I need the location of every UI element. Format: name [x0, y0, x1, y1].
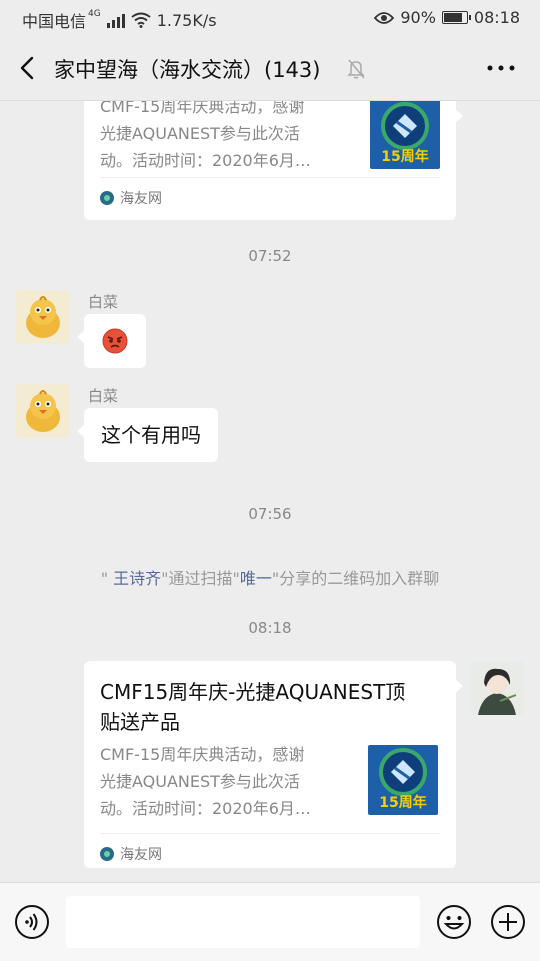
clock: 08:18 — [473, 8, 520, 27]
thumbnail-image: 15周年 — [370, 101, 440, 169]
sys-text: "通过扫描" — [161, 569, 240, 588]
battery-icon — [441, 11, 471, 24]
system-notice: " 王诗齐"通过扫描"唯一"分享的二维码加入群聊 — [0, 565, 540, 589]
card-desc-line: 光捷AQUANEST参与此次活 — [100, 124, 300, 143]
avatar[interactable] — [16, 384, 70, 438]
self-avatar[interactable] — [470, 661, 524, 715]
source-name: 海友网 — [120, 847, 162, 863]
anime-avatar-icon — [470, 661, 524, 715]
timestamp: 08:18 — [248, 619, 292, 637]
emoji-icon[interactable] — [436, 904, 472, 940]
message-input[interactable] — [66, 896, 420, 948]
sender-name: 白菜 — [88, 293, 119, 311]
card-desc-line: CMF-15周年庆典活动，感谢 — [100, 101, 305, 116]
avatar[interactable] — [16, 290, 70, 344]
signal-icon — [106, 12, 125, 28]
card-source: 海友网 — [100, 833, 440, 864]
more-dots-icon[interactable] — [486, 58, 516, 78]
chick-avatar-icon — [16, 384, 70, 438]
card-desc-line: 动。活动时间：2020年6月… — [100, 151, 311, 170]
sender-name: 白菜 — [88, 387, 119, 405]
status-bar: 中国电信 4G 1.75K/s 90% 08:18 — [0, 0, 540, 36]
carrier-label: 中国电信 — [22, 12, 87, 31]
chat-header: 家中望海（海水交流）(143) — [0, 36, 540, 101]
bell-off-icon — [347, 59, 365, 79]
plus-icon[interactable] — [490, 904, 526, 940]
network-speed: 1.75K/s — [156, 10, 217, 30]
card-thumbnail: 15周年 — [368, 745, 438, 815]
battery-percent: 90% — [400, 8, 436, 27]
source-logo-icon — [100, 847, 114, 861]
thumbnail-text: 15周年 — [381, 148, 428, 165]
source-name: 海友网 — [120, 191, 162, 207]
timestamp: 07:56 — [248, 505, 292, 523]
inviter-name-link[interactable]: 唯一 — [240, 569, 272, 588]
message-list[interactable]: CMF-15周年庆典活动，感谢 光捷AQUANEST参与此次活 动。活动时间：2… — [0, 101, 540, 882]
source-logo-icon — [100, 191, 114, 205]
card-desc-line: 光捷AQUANEST参与此次活 — [100, 772, 300, 791]
thumbnail-text: 15周年 — [379, 794, 426, 811]
status-right: 90% 08:18 — [374, 8, 520, 27]
voice-icon[interactable] — [14, 904, 50, 940]
network-type: 4G — [88, 9, 101, 19]
eye-icon — [374, 11, 395, 24]
timestamp: 07:52 — [248, 247, 292, 265]
card-source: 海友网 — [100, 177, 440, 208]
card-desc-line: 动。活动时间：2020年6月… — [100, 799, 311, 818]
link-card-top[interactable]: CMF-15周年庆典活动，感谢 光捷AQUANEST参与此次活 动。活动时间：2… — [84, 101, 463, 220]
card-title-line: CMF15周年庆-光捷AQUANEST顶 — [100, 680, 406, 704]
card-desc-line: CMF-15周年庆典活动，感谢 — [100, 745, 305, 764]
chat-title: 家中望海（海水交流）(143) — [54, 58, 321, 82]
message-text: 这个有用吗 — [101, 423, 201, 447]
status-left: 中国电信 4G 1.75K/s — [22, 8, 217, 32]
emoji-bubble[interactable]: 😡 — [77, 314, 146, 368]
sys-text: " — [100, 569, 109, 588]
thumbnail-image: 15周年 — [368, 745, 438, 815]
member-name-link[interactable]: 王诗齐 — [113, 569, 161, 588]
back-arrow-icon[interactable] — [16, 54, 40, 82]
wifi-icon — [131, 12, 151, 28]
angry-emoji-icon — [102, 328, 128, 354]
input-bar — [0, 882, 540, 961]
link-card-bottom[interactable]: CMF15周年庆-光捷AQUANEST顶 贴送产品 CMF-15周年庆典活动，感… — [84, 661, 463, 868]
card-title-line: 贴送产品 — [100, 710, 180, 734]
sys-text: "分享的二维码加入群聊 — [271, 569, 440, 588]
card-thumbnail: 15周年 — [370, 101, 440, 169]
text-bubble[interactable]: 这个有用吗 — [77, 408, 218, 462]
chick-avatar-icon — [16, 290, 70, 344]
